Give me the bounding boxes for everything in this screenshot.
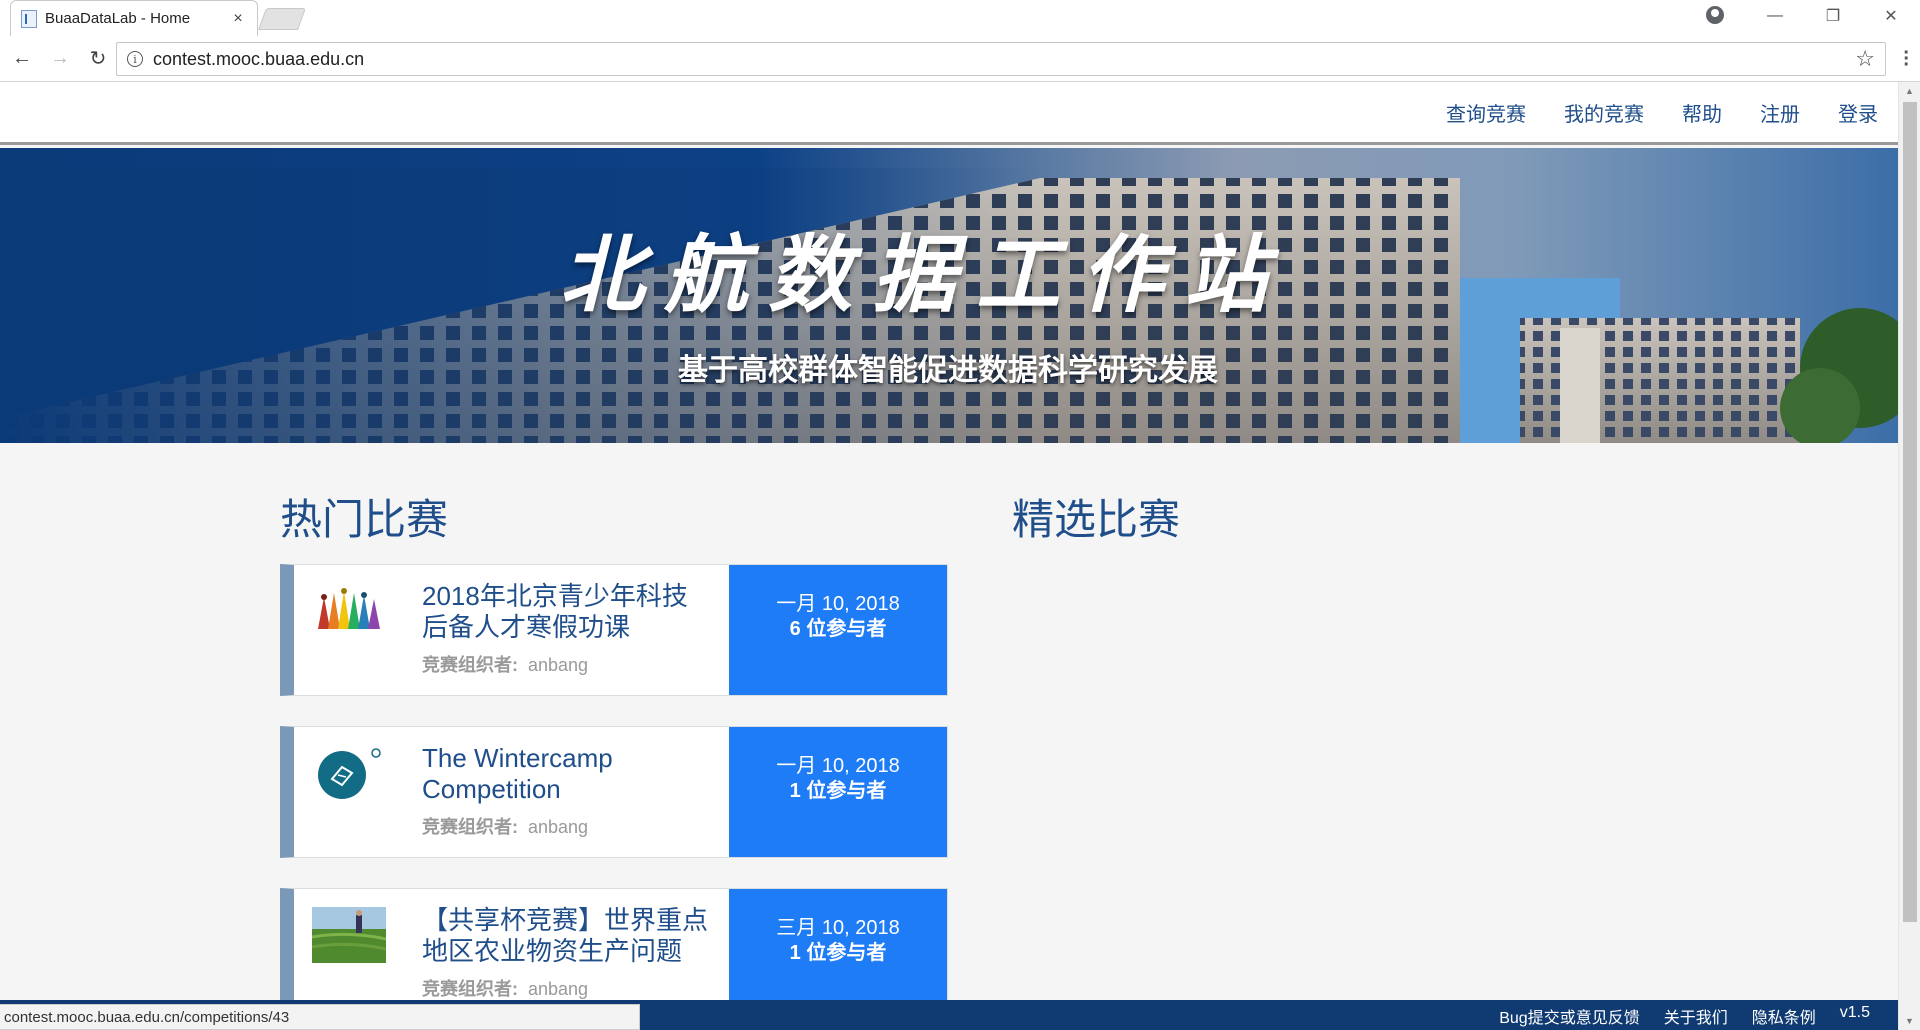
competition-card[interactable]: The Wintercamp Competition 竞赛组织者: anbang … <box>280 726 948 858</box>
tab-close-icon[interactable]: × <box>229 10 247 28</box>
competition-card[interactable]: 2018年北京青少年科技后备人才寒假功课 竞赛组织者: anbang 一月 10,… <box>280 564 948 696</box>
competition-date: 一月 10, 2018 <box>776 593 900 615</box>
site-info-icon[interactable]: i <box>127 51 143 67</box>
footer-feedback-link[interactable]: Bug提交或意见反馈 <box>1499 1004 1639 1028</box>
competition-name[interactable]: 【共享杯竞赛】世界重点地区农业物资生产问题 <box>422 905 712 967</box>
nav-search-competitions[interactable]: 查询竞赛 <box>1446 98 1526 127</box>
address-bar[interactable]: i contest.mooc.buaa.edu.cn ☆ <box>116 42 1886 76</box>
footer-about-link[interactable]: 关于我们 <box>1664 1004 1728 1028</box>
competition-meta: 一月 10, 2018 1 位参与者 <box>729 727 947 857</box>
hero-title: 北航数据工作站 <box>560 225 1289 324</box>
profile-icon[interactable] <box>1706 6 1724 24</box>
hero-subtitle: 基于高校群体智能促进数据科学研究发展 <box>678 354 1218 387</box>
hot-competitions-heading: 热门比赛 <box>280 496 449 543</box>
competition-meta: 一月 10, 2018 6 位参与者 <box>729 565 947 695</box>
browser-toolbar: ← → ↻ i contest.mooc.buaa.edu.cn ☆ <box>0 36 1920 82</box>
competition-name[interactable]: The Wintercamp Competition <box>422 743 712 805</box>
page-scrollbar[interactable]: ▲ ▼ <box>1898 82 1920 1030</box>
competition-name[interactable]: 2018年北京青少年科技后备人才寒假功课 <box>422 581 712 643</box>
tab-strip: BuaaDataLab - Home × — ❐ ✕ <box>0 0 1920 36</box>
hero-banner: 北航数据工作站 基于高校群体智能促进数据科学研究发展 <box>0 148 1898 443</box>
competition-date: 一月 10, 2018 <box>776 755 900 777</box>
scroll-down-arrow-icon[interactable]: ▼ <box>1905 1016 1914 1026</box>
scroll-up-arrow-icon[interactable]: ▲ <box>1905 86 1914 96</box>
tab-title: BuaaDataLab - Home <box>45 10 191 27</box>
nav-help[interactable]: 帮助 <box>1682 98 1722 127</box>
browser-menu-icon[interactable]: · · · <box>1903 43 1910 75</box>
farm-field-logo <box>312 907 386 963</box>
reload-icon[interactable]: ↻ <box>82 43 114 75</box>
browser-window: BuaaDataLab - Home × — ❐ ✕ ← → ↻ i conte… <box>0 0 1920 1030</box>
footer-links: Bug提交或意见反馈 关于我们 隐私条例 v1.5 <box>1499 1004 1870 1028</box>
participant-count: 6 位参与者 <box>789 618 887 640</box>
window-controls: — ❐ ✕ <box>1746 0 1920 36</box>
competition-organizer: 竞赛组织者: anbang <box>422 979 589 999</box>
competition-organizer: 竞赛组织者: anbang <box>422 817 589 837</box>
footer-version: v1.5 <box>1839 1004 1870 1021</box>
restore-button[interactable]: ❐ <box>1804 0 1862 32</box>
status-bubble-url: contest.mooc.buaa.edu.cn/competitions/43 <box>0 1004 640 1030</box>
teal-circle-logo <box>318 748 381 799</box>
rainbow-figures-logo <box>318 588 380 629</box>
bookmark-star-icon[interactable]: ☆ <box>1855 46 1875 72</box>
participant-count: 1 位参与者 <box>789 942 887 964</box>
address-url[interactable]: contest.mooc.buaa.edu.cn <box>153 49 1855 70</box>
forward-arrow-icon[interactable]: → <box>44 43 76 75</box>
nav-my-competitions[interactable]: 我的竞赛 <box>1564 98 1644 127</box>
nav-login[interactable]: 登录 <box>1838 98 1878 127</box>
competition-card[interactable]: 【共享杯竞赛】世界重点地区农业物资生产问题 竞赛组织者: anbang 三月 10… <box>280 888 948 1000</box>
browser-tab[interactable]: BuaaDataLab - Home × <box>10 0 258 36</box>
close-window-button[interactable]: ✕ <box>1862 0 1920 32</box>
competition-date: 三月 10, 2018 <box>776 917 900 939</box>
new-tab-button[interactable] <box>257 8 307 30</box>
back-arrow-icon[interactable]: ← <box>6 43 38 75</box>
featured-competitions-heading: 精选比赛 <box>1012 496 1181 543</box>
competition-organizer: 竞赛组织者: anbang <box>422 655 589 675</box>
competition-meta: 三月 10, 2018 1 位参与者 <box>729 889 947 1000</box>
scrollbar-thumb[interactable] <box>1903 102 1917 922</box>
footer-privacy-link[interactable]: 隐私条例 <box>1752 1004 1816 1028</box>
minimize-button[interactable]: — <box>1746 0 1804 32</box>
page-viewport: 查询竞赛 我的竞赛 帮助 注册 登录 北航数据工作站 基于高校群体智能促进数据科… <box>0 82 1898 1000</box>
participant-count: 1 位参与者 <box>789 780 887 802</box>
page-favicon-icon <box>21 9 37 28</box>
site-navbar: 查询竞赛 我的竞赛 帮助 注册 登录 <box>0 82 1898 145</box>
nav-register[interactable]: 注册 <box>1760 98 1800 127</box>
